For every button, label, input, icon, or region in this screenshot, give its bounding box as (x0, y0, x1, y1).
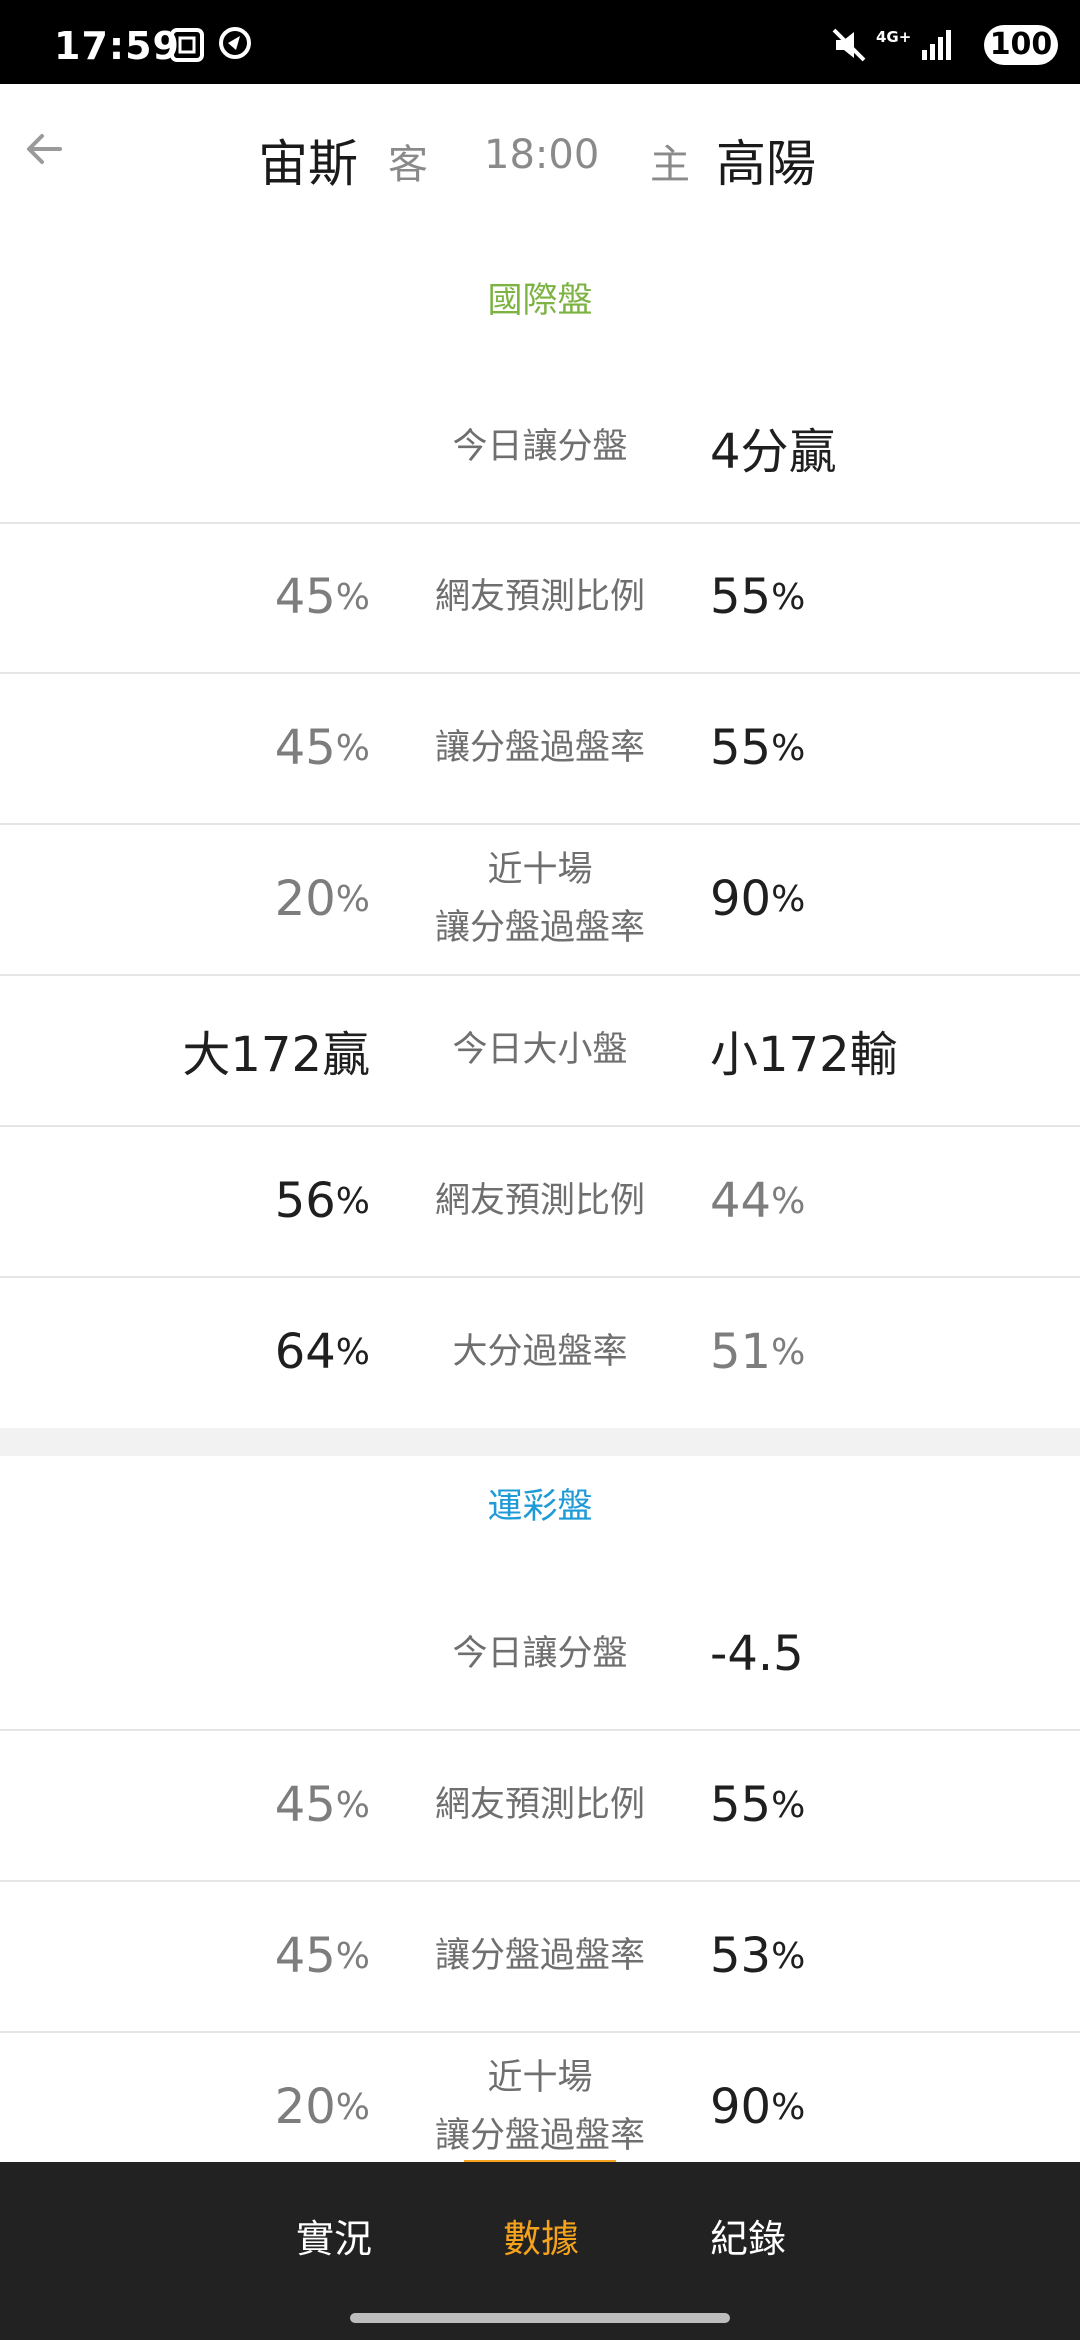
right-value: 55% (710, 1777, 806, 1833)
screenshot-icon (170, 28, 204, 62)
row-label: 網友預測比例 (434, 1181, 645, 1221)
right-value: 53% (710, 1928, 806, 1984)
row-label: 今日讓分盤 (452, 427, 628, 467)
right-value: 55% (710, 569, 806, 625)
table-row: 45% 讓分盤過盤率 53% (0, 1881, 1080, 2033)
left-value: 45% (274, 1928, 370, 1984)
battery-badge: 100 (984, 25, 1058, 65)
table-row: 45% 網友預測比例 55% (0, 1730, 1080, 1882)
match-header: 宙斯 客 18:00 主 高陽 (0, 84, 1080, 234)
left-value: 20% (274, 871, 370, 927)
table-row: 56% 網友預測比例 44% (0, 1126, 1080, 1278)
row-label: 今日讓分盤 (452, 1634, 628, 1674)
left-value: 45% (274, 720, 370, 776)
table-row: 今日讓分盤 -4.5 (0, 1579, 1080, 1731)
tab-records[interactable]: 紀錄 (710, 2208, 786, 2263)
home-role-label: 主 (650, 142, 690, 188)
away-role-label: 客 (388, 142, 428, 188)
status-bar: 17:59 4G+ 100 (0, 0, 1080, 84)
table-row: 大172贏 今日大小盤 小172輸 (0, 975, 1080, 1127)
table-row: 45% 網友預測比例 55% (0, 522, 1080, 674)
location-icon (219, 27, 251, 59)
section-title-sports-lottery: 運彩盤 (487, 1487, 593, 1527)
row-label: 今日大小盤 (452, 1030, 628, 1070)
right-value: 90% (710, 871, 806, 927)
right-value: 90% (710, 2079, 806, 2135)
left-value: 64% (274, 1324, 370, 1380)
row-label: 讓分盤過盤率 (434, 728, 645, 768)
tab-live[interactable]: 實況 (296, 2208, 372, 2263)
right-value: 小172輸 (710, 1027, 898, 1083)
left-value: 56% (274, 1173, 370, 1229)
row-label: 大分過盤率 (452, 1332, 628, 1372)
section-divider (0, 1428, 1080, 1456)
row-label: 讓分盤過盤率 (434, 1936, 645, 1976)
status-time: 17:59 (54, 24, 180, 68)
right-value: -4.5 (710, 1626, 804, 1682)
right-value: 44% (710, 1173, 806, 1229)
left-value: 45% (274, 1777, 370, 1833)
table-row: 20% 近十場 讓分盤過盤率 90% (0, 824, 1080, 976)
away-team-name: 宙斯 (258, 135, 358, 193)
table-row: 64% 大分過盤率 51% (0, 1277, 1080, 1427)
right-value: 4分贏 (710, 424, 837, 480)
table-row: 今日讓分盤 4分贏 (0, 372, 1080, 524)
row-label: 網友預測比例 (434, 577, 645, 617)
right-value: 55% (710, 720, 806, 776)
left-value: 45% (274, 569, 370, 625)
section-title-international: 國際盤 (487, 281, 593, 321)
signal-icon (922, 30, 951, 60)
home-indicator[interactable] (350, 2313, 730, 2323)
back-arrow-icon[interactable] (20, 124, 70, 174)
match-time: 18:00 (484, 132, 600, 178)
network-label: 4G+ (876, 28, 912, 46)
row-label: 網友預測比例 (434, 1785, 645, 1825)
tab-stats[interactable]: 數據 (503, 2208, 579, 2263)
row-label: 近十場 讓分盤過盤率 (434, 850, 645, 948)
left-value: 大172贏 (182, 1027, 370, 1083)
home-team-name: 高陽 (716, 135, 816, 193)
right-value: 51% (710, 1324, 806, 1380)
table-row: 45% 讓分盤過盤率 55% (0, 673, 1080, 825)
left-value: 20% (274, 2079, 370, 2135)
mute-icon (832, 28, 866, 62)
